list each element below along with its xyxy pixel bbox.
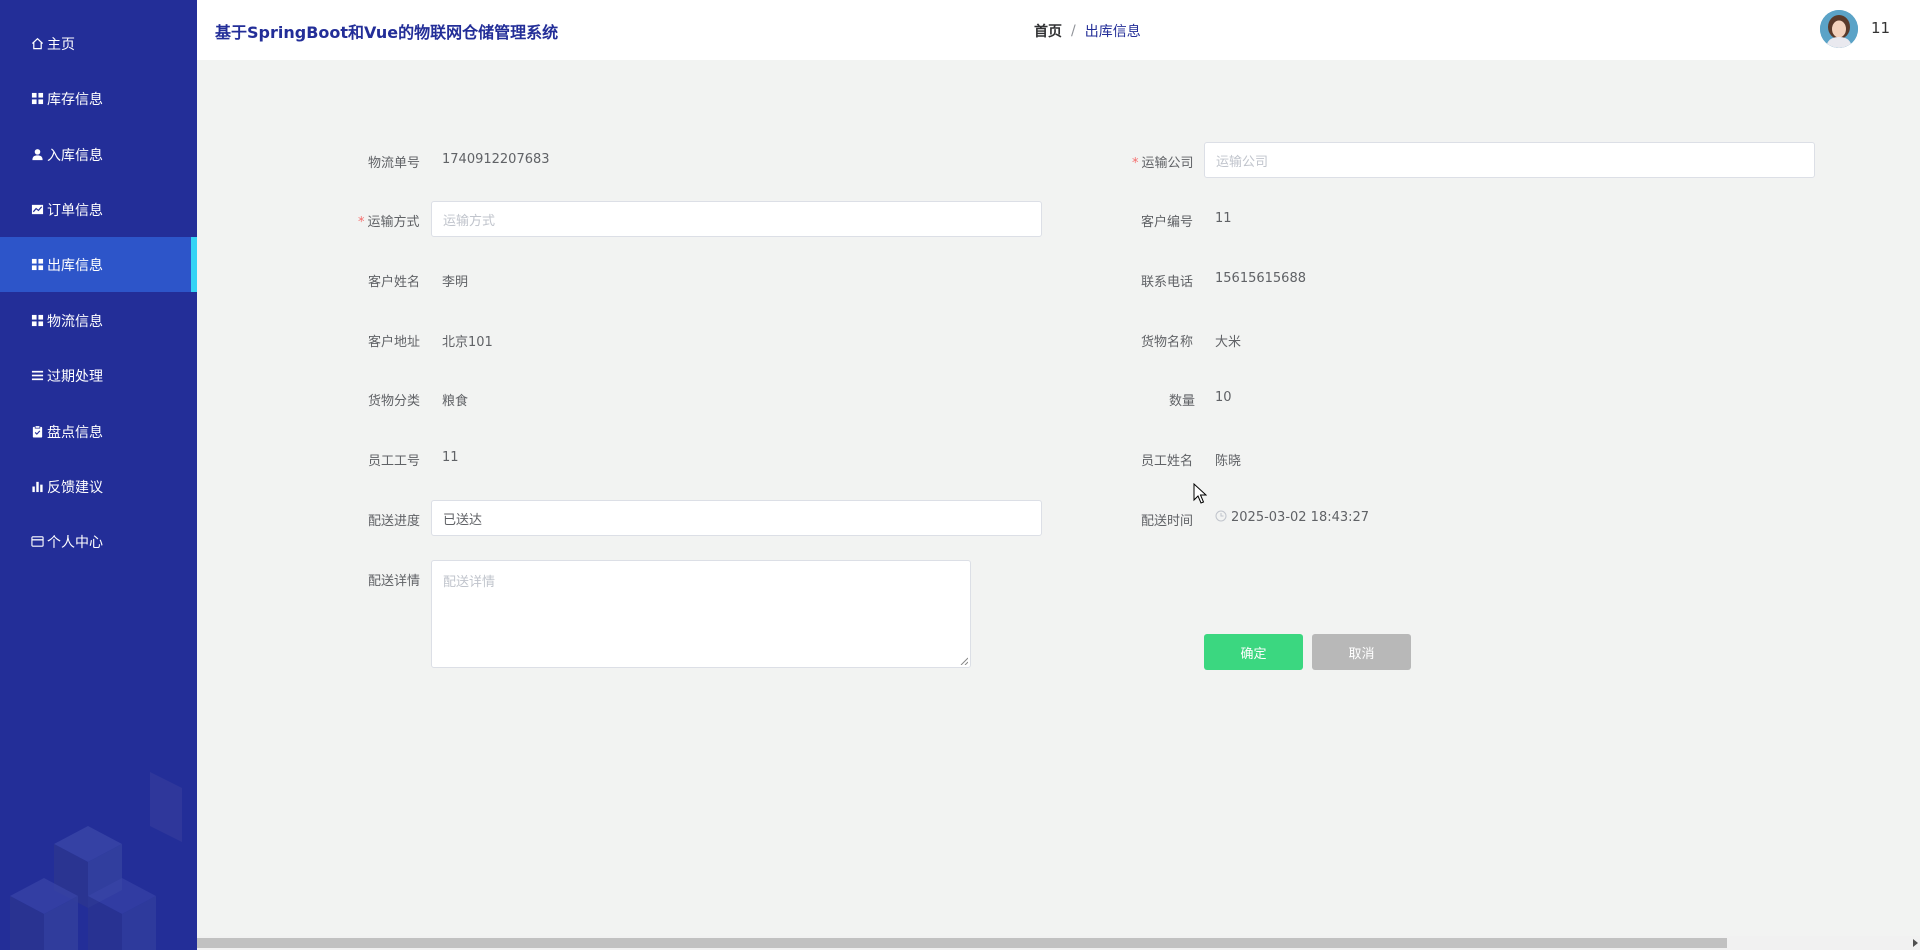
user-avatar-icon <box>1820 10 1858 48</box>
customer-no-label: 客户编号 <box>1141 215 1194 230</box>
sidebar-item-label: 订单信息 <box>47 202 103 219</box>
sidebar-item-label: 主页 <box>47 36 75 53</box>
employee-name-value: 陈晓 <box>1215 454 1242 469</box>
clipboard-icon <box>30 425 44 439</box>
grid-icon <box>30 314 44 328</box>
delivery-progress-input[interactable]: 已送达 <box>431 500 1042 536</box>
breadcrumb-current: 出库信息 <box>1084 24 1141 40</box>
transport-method-label: * 运输方式 <box>358 215 420 230</box>
sidebar-item-label: 出库信息 <box>47 257 103 274</box>
delivery-detail-textarea[interactable]: 配送详情 <box>431 560 971 668</box>
customer-no-value: 11 <box>1215 211 1232 226</box>
phone-label: 联系电话 <box>1141 275 1194 290</box>
breadcrumb-home[interactable]: 首页 <box>1034 21 1062 41</box>
grid-icon <box>30 92 44 106</box>
grid-icon <box>30 258 44 272</box>
header: 基于SpringBoot和Vue的物联网仓储管理系统 首页 / 出库信息 11 <box>197 0 1920 60</box>
avatar[interactable] <box>1820 10 1858 48</box>
cancel-button[interactable]: 取消 <box>1312 634 1411 670</box>
sidebar-item-stocktake[interactable]: 盘点信息 <box>0 404 197 459</box>
scrollbar-thumb[interactable] <box>197 938 1727 948</box>
sidebar-item-label: 物流信息 <box>47 313 103 330</box>
sidebar-item-label: 个人中心 <box>47 534 103 551</box>
sidebar-item-inventory[interactable]: 库存信息 <box>0 71 197 126</box>
delivery-detail-label: 配送详情 <box>368 574 421 589</box>
goods-category-label: 货物分类 <box>368 394 421 409</box>
sidebar-item-label: 入库信息 <box>47 147 103 164</box>
customer-address-value: 北京101 <box>442 335 493 350</box>
app-title: 基于SpringBoot和Vue的物联网仓储管理系统 <box>215 23 559 42</box>
sidebar-item-outbound[interactable]: 出库信息 <box>0 237 197 292</box>
breadcrumb-separator: / <box>1071 23 1076 39</box>
goods-name-label: 货物名称 <box>1141 335 1194 350</box>
card-icon <box>30 535 44 549</box>
delivery-time-label: 配送时间 <box>1141 514 1194 529</box>
sidebar-item-label: 库存信息 <box>47 91 103 108</box>
delivery-progress-label: 配送进度 <box>368 514 421 529</box>
sidebar-item-label: 过期处理 <box>47 368 103 385</box>
sidebar-item-orders[interactable]: 订单信息 <box>0 182 197 237</box>
horizontal-scrollbar[interactable] <box>197 936 1920 950</box>
phone-value: 15615615688 <box>1215 271 1306 286</box>
clock-icon <box>1215 510 1227 522</box>
sidebar-item-profile[interactable]: 个人中心 <box>0 514 197 569</box>
chart-icon <box>30 203 44 217</box>
employee-no-value: 11 <box>442 450 459 465</box>
sidebar-item-feedback[interactable]: 反馈建议 <box>0 459 197 514</box>
employee-name-label: 员工姓名 <box>1141 454 1194 469</box>
employee-no-label: 员工工号 <box>368 454 421 469</box>
tracking-no-value: 1740912207683 <box>442 152 550 167</box>
customer-name-label: 客户姓名 <box>368 275 421 290</box>
transport-company-input[interactable]: 运输公司 <box>1204 142 1815 178</box>
confirm-button[interactable]: 确定 <box>1204 634 1303 670</box>
breadcrumb: 首页 / 出库信息 <box>1034 21 1141 41</box>
sidebar-item-label: 反馈建议 <box>47 479 103 496</box>
customer-name-value: 李明 <box>442 275 469 290</box>
user-icon <box>30 148 44 162</box>
tracking-no-label: 物流单号 <box>368 156 421 171</box>
goods-name-value: 大米 <box>1215 335 1242 350</box>
sidebar-item-inbound[interactable]: 入库信息 <box>0 127 197 182</box>
quantity-label: 数量 <box>1169 394 1196 409</box>
scroll-right-arrow-icon[interactable] <box>1913 939 1918 947</box>
resize-handle-icon[interactable] <box>960 657 968 665</box>
goods-category-value: 粮食 <box>442 394 469 409</box>
quantity-value: 10 <box>1215 390 1232 405</box>
username[interactable]: 11 <box>1871 19 1890 37</box>
delivery-time-value: 2025-03-02 18:43:27 <box>1215 510 1369 525</box>
sidebar-item-expired[interactable]: 过期处理 <box>0 348 197 403</box>
customer-address-label: 客户地址 <box>368 335 421 350</box>
sidebar-item-home[interactable]: 主页 <box>0 16 197 71</box>
sidebar-item-label: 盘点信息 <box>47 424 103 441</box>
decorative-cubes-illustration <box>10 772 182 950</box>
sidebar-item-logistics[interactable]: 物流信息 <box>0 293 197 348</box>
bar-chart-icon <box>30 480 44 494</box>
transport-company-label: * 运输公司 <box>1132 156 1194 171</box>
transport-method-input[interactable]: 运输方式 <box>431 201 1042 237</box>
list-icon <box>30 369 44 383</box>
mouse-cursor-icon <box>1193 483 1207 504</box>
home-icon <box>30 37 44 51</box>
sidebar: 主页 库存信息 入库信息 订单信息 出库信息 物流信息 过期处理 盘点信息 反馈… <box>0 0 197 950</box>
